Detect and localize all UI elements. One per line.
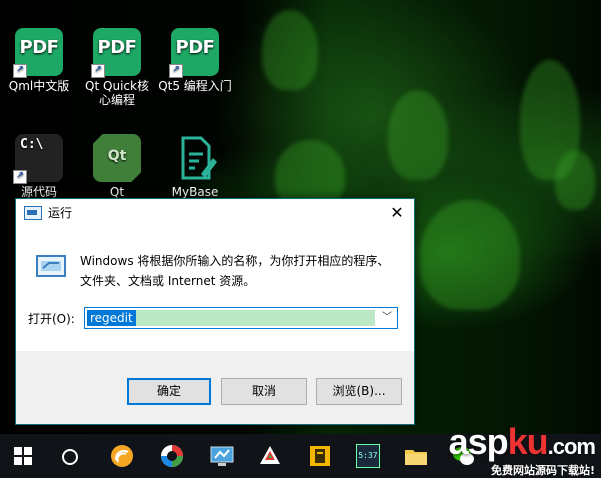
desktop-icon-label: Qml中文版 <box>8 79 70 93</box>
run-dialog: 运行 ✕ Windows 将根据你所输入的名称，为你打开相应的程序、文件夹、文档… <box>15 198 415 425</box>
desktop-icon-source-code[interactable]: C:\ ↗ 源代码 <box>0 134 78 199</box>
pdf-file-icon: PDF ↗ <box>169 28 219 78</box>
windows-start-icon[interactable] <box>14 447 32 465</box>
desktop-icon-label: Qt5 编程入门 <box>158 79 232 93</box>
shortcut-arrow-icon: ↗ <box>13 64 27 78</box>
ok-button[interactable]: 确定 <box>127 378 211 405</box>
desktop-icon-label: Qt Quick核 <box>85 79 149 93</box>
shortcut-arrow-icon: ↗ <box>169 64 183 78</box>
cancel-button[interactable]: 取消 <box>221 378 307 405</box>
desktop-icon-qtquick-pdf[interactable]: PDF ↗ Qt Quick核 心编程 <box>78 28 156 107</box>
mybase-notepad-icon <box>171 134 219 182</box>
desktop-icon-mybase[interactable]: MyBase <box>156 134 234 199</box>
clock-app-icon[interactable]: 5:37 <box>356 444 380 468</box>
remote-desktop-icon[interactable] <box>210 444 234 468</box>
desktop-icon-label: MyBase <box>171 185 219 199</box>
desktop-icon-label: Qt <box>109 185 125 199</box>
open-label: 打开(O): <box>28 312 75 326</box>
shortcut-arrow-icon: ↗ <box>13 170 27 184</box>
command-prompt-icon: C:\ ↗ <box>13 134 63 184</box>
pdf-file-icon: PDF ↗ <box>91 28 141 78</box>
mindmap-app-icon[interactable] <box>258 444 282 468</box>
shortcut-arrow-icon: ↗ <box>91 64 105 78</box>
dialog-title: 运行 <box>48 206 73 220</box>
notebook-app-icon[interactable] <box>308 444 332 468</box>
site-watermark: aspku.com 免费网站源码下载站! <box>448 421 596 478</box>
cortana-search-icon[interactable] <box>62 449 78 465</box>
run-program-icon <box>36 255 66 277</box>
open-input[interactable]: regedit <box>87 310 136 326</box>
open-combobox[interactable]: regedit ﹀ <box>84 307 398 329</box>
pdf-file-icon: PDF ↗ <box>13 28 63 78</box>
watermark-logo: aspku.com <box>448 421 596 462</box>
desktop-icon-label: 心编程 <box>98 93 135 107</box>
chevron-down-icon[interactable]: ﹀ <box>377 308 397 328</box>
qt-logo-icon: Qt <box>93 134 141 182</box>
close-button[interactable]: ✕ <box>380 199 414 227</box>
desktop-icon-qt[interactable]: Qt Qt <box>78 134 156 199</box>
desktop-icon-label: 源代码 <box>20 185 57 199</box>
dialog-description: Windows 将根据你所输入的名称，为你打开相应的程序、文件夹、文档或 Int… <box>80 254 390 288</box>
desktop-icon-qml-pdf[interactable]: PDF ↗ Qml中文版 <box>0 28 78 93</box>
browse-button[interactable]: 浏览(B)... <box>316 378 402 405</box>
colorful-app-icon[interactable] <box>160 444 184 468</box>
run-window-icon <box>24 206 42 220</box>
dialog-titlebar[interactable]: 运行 ✕ <box>16 199 414 227</box>
file-explorer-icon[interactable] <box>404 444 428 468</box>
dialog-content: Windows 将根据你所输入的名称，为你打开相应的程序、文件夹、文档或 Int… <box>16 227 414 351</box>
desktop-icon-qt5-pdf[interactable]: PDF ↗ Qt5 编程入门 <box>156 28 234 93</box>
browser-app-icon[interactable] <box>110 444 134 468</box>
